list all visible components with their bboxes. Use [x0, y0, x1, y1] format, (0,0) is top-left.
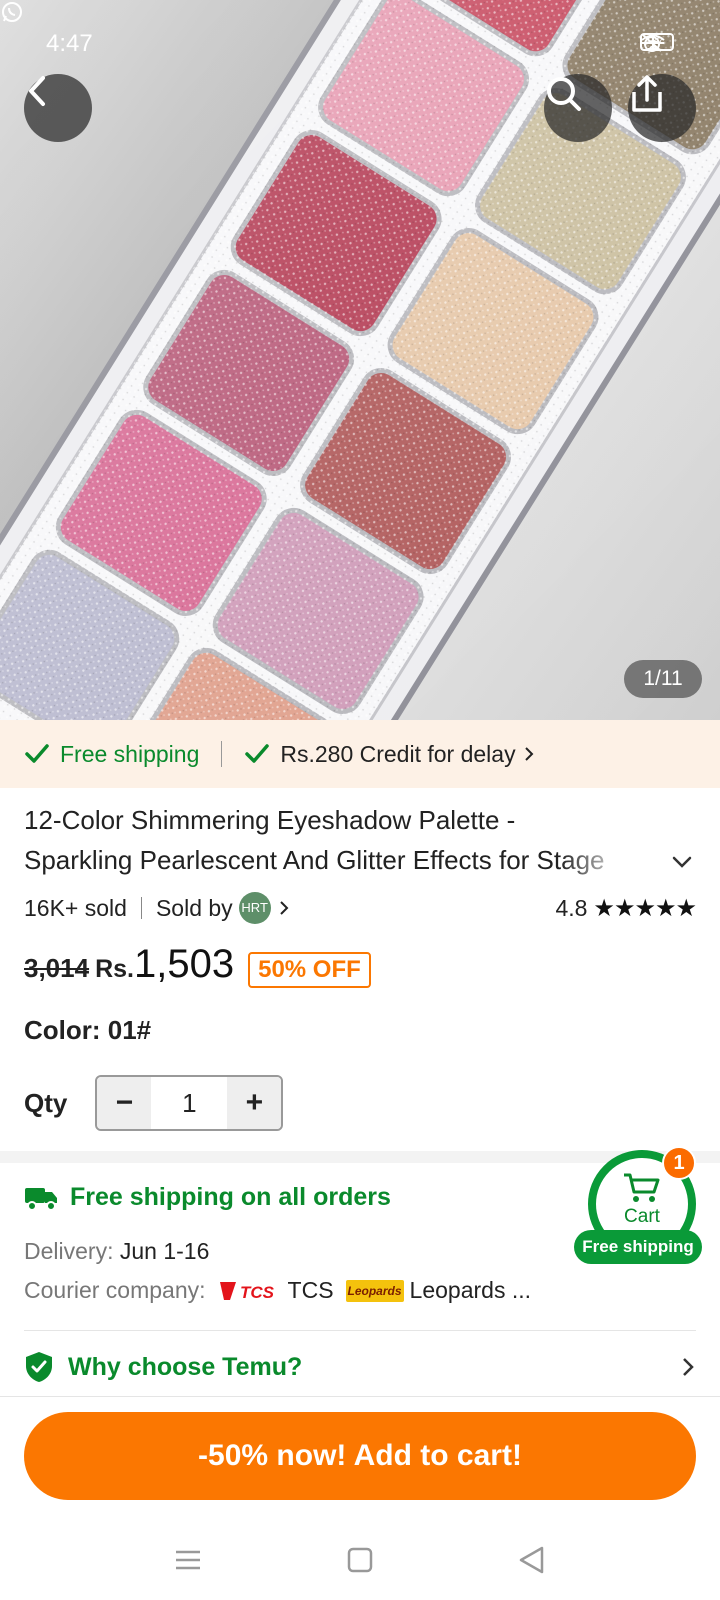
courier-label: Courier company:: [24, 1277, 206, 1303]
qty-decrease-button[interactable]: −: [97, 1077, 152, 1129]
truck-icon: [25, 1187, 57, 1211]
product-meta-row: 16K+ sold Sold by HRT 4.8 ★★★★★: [24, 890, 697, 926]
back-icon: [29, 76, 45, 106]
check-icon: [25, 744, 49, 763]
promo-strip: Free shipping Rs.280 Credit for delay: [0, 720, 720, 788]
sold-count: 16K+ sold: [24, 894, 127, 921]
courier-leopards: Leopards ...: [409, 1277, 531, 1303]
chevron-down-icon[interactable]: [670, 850, 694, 874]
product-photo: [0, 0, 720, 720]
leopards-logo: Leopards: [345, 1279, 404, 1302]
product-image-gallery[interactable]: 4:47 77 1/11: [0, 0, 720, 720]
chevron-right-icon[interactable]: [277, 899, 291, 917]
status-time: 4:47: [46, 30, 93, 57]
quantity-row: Qty − 1 +: [24, 1075, 284, 1131]
search-icon: [547, 77, 581, 111]
cart-icon: [624, 1173, 660, 1202]
status-bar: 4:47 77: [0, 0, 720, 80]
qty-label: Qty: [24, 1087, 68, 1118]
color-selection[interactable]: Color: 01#: [24, 1015, 151, 1046]
qty-value[interactable]: 1: [151, 1077, 227, 1129]
title-fade: [560, 842, 630, 882]
seller-avatar[interactable]: HRT: [238, 892, 271, 924]
original-price: 3,014: [24, 953, 90, 983]
delivery-label: Delivery:: [24, 1238, 114, 1264]
why-choose-label: Why choose Temu?: [68, 1352, 303, 1381]
chevron-right-icon: [683, 1358, 694, 1376]
shipping-headline-text: Free shipping on all orders: [70, 1183, 391, 1211]
divider: [0, 1396, 720, 1397]
add-to-cart-button[interactable]: -50% now! Add to cart!: [24, 1412, 696, 1500]
system-nav-bar: [0, 1520, 720, 1600]
check-icon: [245, 744, 270, 763]
cart-free-shipping-badge: Free shipping: [574, 1230, 702, 1264]
free-shipping-label: Free shipping: [60, 740, 200, 767]
price-row: 3,014 Rs. 1,503 50% OFF: [24, 942, 371, 998]
whatsapp-icon: [2, 2, 22, 22]
rating[interactable]: 4.8 ★★★★★: [555, 894, 697, 923]
currency-symbol: Rs.: [95, 955, 134, 983]
free-shipping-tag: Free shipping: [24, 741, 199, 768]
rating-value: 4.8: [555, 894, 588, 921]
nav-back-icon[interactable]: [512, 1540, 552, 1580]
discount-badge: 50% OFF: [248, 952, 371, 988]
share-button[interactable]: [628, 74, 696, 142]
credit-label: Rs.280 Credit for delay: [280, 740, 516, 767]
search-button[interactable]: [544, 74, 612, 142]
cart-count-badge: 1: [662, 1146, 696, 1180]
back-button[interactable]: [24, 74, 92, 142]
shipping-headline[interactable]: Free shipping on all orders: [24, 1183, 391, 1212]
qty-increase-button[interactable]: +: [227, 1077, 282, 1129]
courier-tcs: TCS: [287, 1277, 334, 1303]
menu-icon[interactable]: [168, 1540, 208, 1580]
sold-by-label[interactable]: Sold by: [156, 895, 233, 922]
quantity-stepper: − 1 +: [95, 1075, 284, 1131]
delivery-info: Delivery: Jun 1-16: [24, 1238, 209, 1265]
courier-info: Courier company: TCS TCS Leopards Leopar…: [24, 1277, 531, 1304]
meta-divider: [140, 897, 142, 919]
floating-cart-button[interactable]: Cart 1 Free shipping: [574, 1146, 704, 1264]
sale-price: 1,503: [133, 942, 235, 986]
shield-check-icon: [26, 1352, 52, 1382]
credit-for-delay-link[interactable]: Rs.280 Credit for delay: [244, 741, 535, 768]
promo-divider: [221, 741, 223, 767]
svg-text:TCS: TCS: [240, 1283, 275, 1302]
cart-label: Cart: [624, 1206, 660, 1227]
airplane-icon: [642, 35, 664, 51]
image-counter: 1/11: [624, 660, 702, 698]
delivery-date: Jun 1-16: [119, 1238, 210, 1264]
divider: [24, 1330, 696, 1331]
status-icons: 77: [640, 33, 674, 52]
chevron-right-icon: [524, 747, 534, 761]
tcs-logo: TCS: [219, 1281, 275, 1302]
star-rating-icons: ★★★★★: [593, 894, 697, 922]
why-choose-temu-row[interactable]: Why choose Temu?: [24, 1351, 696, 1383]
home-icon[interactable]: [340, 1540, 380, 1580]
share-icon: [632, 75, 662, 112]
product-title[interactable]: 12-Color Shimmering Eyeshadow Palette - …: [24, 800, 624, 880]
